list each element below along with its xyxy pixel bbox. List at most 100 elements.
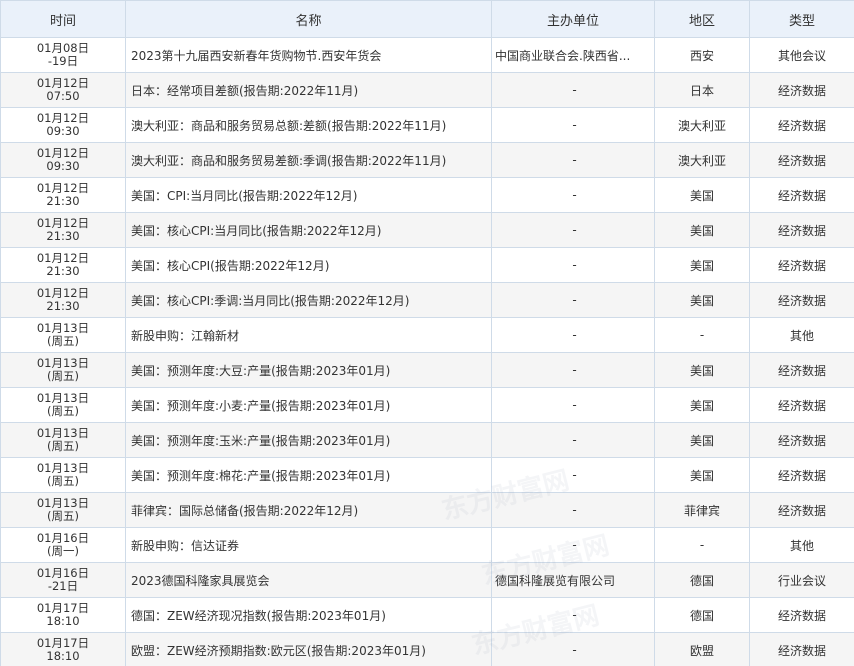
organizer-cell: - (491, 212, 655, 248)
event-name-cell[interactable]: 菲律宾：国际总储备(报告期:2022年12月) (125, 492, 492, 528)
type-cell: 经济数据 (749, 457, 854, 493)
region-cell: 菲律宾 (654, 492, 750, 528)
time-cell: 01月12日 09:30 (0, 142, 126, 178)
type-cell: 经济数据 (749, 352, 854, 388)
event-name-cell[interactable]: 美国：预测年度:玉米:产量(报告期:2023年01月) (125, 422, 492, 458)
table-row[interactable]: 01月13日 (周五) 新股申购：江翰新材 - - 其他 (0, 317, 854, 353)
type-cell: 经济数据 (749, 107, 854, 143)
table-row[interactable]: 01月13日 (周五) 美国：预测年度:玉米:产量(报告期:2023年01月) - 美国… (0, 422, 854, 458)
event-name-cell[interactable]: 美国：CPI:当月同比(报告期:2022年12月) (125, 177, 492, 213)
column-header-name: 名称 (125, 0, 492, 38)
region-cell: 美国 (654, 247, 750, 283)
organizer-cell: 中国商业联合会.陕西省... (491, 37, 655, 73)
organizer-cell: - (491, 457, 655, 493)
organizer-cell: - (491, 107, 655, 143)
type-cell: 经济数据 (749, 632, 854, 666)
organizer-cell: 德国科隆展览有限公司 (491, 562, 655, 598)
time-cell: 01月13日 (周五) (0, 422, 126, 458)
table-row[interactable]: 01月12日 09:30 澳大利亚：商品和服务贸易差额:季调(报告期:2022年11… (0, 142, 854, 178)
event-name-cell[interactable]: 2023第十九届西安新春年货购物节.西安年货会 (125, 37, 492, 73)
time-detail: 21:30 (46, 194, 80, 208)
event-name-cell[interactable]: 澳大利亚：商品和服务贸易差额:季调(报告期:2022年11月) (125, 142, 492, 178)
event-name-cell[interactable]: 美国：核心CPI:当月同比(报告期:2022年12月) (125, 212, 492, 248)
table-row[interactable]: 01月12日 09:30 澳大利亚：商品和服务贸易总额:差额(报告期:2022年11… (0, 107, 854, 143)
organizer-cell: - (491, 72, 655, 108)
region-cell: 欧盟 (654, 632, 750, 666)
time-detail: 21:30 (46, 229, 80, 243)
organizer-cell: - (491, 387, 655, 423)
table-header-row: 时间 名称 主办单位 地区 类型 (0, 0, 854, 38)
table-row[interactable]: 01月12日 21:30 美国：CPI:当月同比(报告期:2022年12月) - 美国经… (0, 177, 854, 213)
region-cell: 日本 (654, 72, 750, 108)
table-row[interactable]: 01月13日 (周五) 美国：预测年度:大豆:产量(报告期:2023年01月) - 美国… (0, 352, 854, 388)
region-cell: 澳大利亚 (654, 142, 750, 178)
region-cell: - (654, 317, 750, 353)
region-cell: 美国 (654, 177, 750, 213)
event-name-cell[interactable]: 美国：核心CPI(报告期:2022年12月) (125, 247, 492, 283)
table-row[interactable]: 01月08日 -19日 2023第十九届西安新春年货购物节.西安年货会 中国商业联合会… (0, 37, 854, 73)
column-header-region: 地区 (654, 0, 750, 38)
event-name-cell[interactable]: 美国：预测年度:棉花:产量(报告期:2023年01月) (125, 457, 492, 493)
region-cell: 美国 (654, 422, 750, 458)
table-row[interactable]: 01月17日 18:10 德国：ZEW经济现况指数(报告期:2023年01月) - 德国… (0, 597, 854, 633)
type-cell: 经济数据 (749, 597, 854, 633)
time-cell: 01月08日 -19日 (0, 37, 126, 73)
organizer-cell: - (491, 247, 655, 283)
region-cell: 美国 (654, 352, 750, 388)
time-detail: 21:30 (46, 299, 80, 313)
table-body: 01月08日 -19日 2023第十九届西安新春年货购物节.西安年货会 中国商业联合会… (0, 37, 854, 666)
time-detail: (周五) (47, 404, 79, 418)
organizer-cell: - (491, 282, 655, 318)
time-detail: (周一) (47, 544, 79, 558)
event-name-cell[interactable]: 新股申购：信达证券 (125, 527, 492, 563)
organizer-cell: - (491, 597, 655, 633)
time-detail: (周五) (47, 369, 79, 383)
type-cell: 经济数据 (749, 282, 854, 318)
table-row[interactable]: 01月12日 21:30 美国：核心CPI(报告期:2022年12月) - 美国 经济数据 (0, 247, 854, 283)
table-row[interactable]: 01月13日 (周五) 美国：预测年度:棉花:产量(报告期:2023年01月) - 美国… (0, 457, 854, 493)
calendar-table-container: 时间 名称 主办单位 地区 类型 01月08日 -19日 2023第十九届西安新春年… (0, 0, 854, 666)
time-detail: 21:30 (46, 264, 80, 278)
region-cell: 美国 (654, 212, 750, 248)
event-name-cell[interactable]: 新股申购：江翰新材 (125, 317, 492, 353)
organizer-cell: - (491, 422, 655, 458)
type-cell: 经济数据 (749, 387, 854, 423)
event-name-cell[interactable]: 澳大利亚：商品和服务贸易总额:差额(报告期:2022年11月) (125, 107, 492, 143)
organizer-cell: - (491, 317, 655, 353)
financial-calendar-table: 时间 名称 主办单位 地区 类型 01月08日 -19日 2023第十九届西安新春年… (0, 0, 854, 666)
time-cell: 01月16日 -21日 (0, 562, 126, 598)
event-name-cell[interactable]: 美国：预测年度:大豆:产量(报告期:2023年01月) (125, 352, 492, 388)
column-header-type: 类型 (749, 0, 854, 38)
organizer-cell: - (491, 142, 655, 178)
time-detail: -21日 (47, 579, 79, 593)
time-cell: 01月13日 (周五) (0, 352, 126, 388)
time-detail: (周五) (47, 474, 79, 488)
table-row[interactable]: 01月16日 (周一) 新股申购：信达证券 - - 其他 (0, 527, 854, 563)
event-name-cell[interactable]: 美国：核心CPI:季调:当月同比(报告期:2022年12月) (125, 282, 492, 318)
table-row[interactable]: 01月17日 18:10 欧盟：ZEW经济预期指数:欧元区(报告期:2023年01月… (0, 632, 854, 666)
type-cell: 经济数据 (749, 212, 854, 248)
time-detail: 07:50 (46, 89, 80, 103)
type-cell: 行业会议 (749, 562, 854, 598)
table-row[interactable]: 01月12日 21:30 美国：核心CPI:当月同比(报告期:2022年12月) - 美… (0, 212, 854, 248)
table-row[interactable]: 01月16日 -21日 2023德国科隆家具展览会 德国科隆展览有限公司 德国 行业会议 (0, 562, 854, 598)
event-name-cell[interactable]: 日本：经常项目差额(报告期:2022年11月) (125, 72, 492, 108)
time-cell: 01月17日 18:10 (0, 597, 126, 633)
table-row[interactable]: 01月12日 07:50 日本：经常项目差额(报告期:2022年11月) - 日本 经济数… (0, 72, 854, 108)
organizer-cell: - (491, 492, 655, 528)
time-detail: 09:30 (46, 124, 80, 138)
event-name-cell[interactable]: 2023德国科隆家具展览会 (125, 562, 492, 598)
region-cell: - (654, 527, 750, 563)
event-name-cell[interactable]: 欧盟：ZEW经济预期指数:欧元区(报告期:2023年01月) (125, 632, 492, 666)
region-cell: 西安 (654, 37, 750, 73)
event-name-cell[interactable]: 德国：ZEW经济现况指数(报告期:2023年01月) (125, 597, 492, 633)
region-cell: 美国 (654, 282, 750, 318)
type-cell: 其他 (749, 527, 854, 563)
table-row[interactable]: 01月13日 (周五) 美国：预测年度:小麦:产量(报告期:2023年01月) - 美国… (0, 387, 854, 423)
type-cell: 经济数据 (749, 177, 854, 213)
organizer-cell: - (491, 632, 655, 666)
table-row[interactable]: 01月13日 (周五) 菲律宾：国际总储备(报告期:2022年12月) - 菲律宾 经济数… (0, 492, 854, 528)
type-cell: 经济数据 (749, 492, 854, 528)
event-name-cell[interactable]: 美国：预测年度:小麦:产量(报告期:2023年01月) (125, 387, 492, 423)
table-row[interactable]: 01月12日 21:30 美国：核心CPI:季调:当月同比(报告期:2022年12月… (0, 282, 854, 318)
